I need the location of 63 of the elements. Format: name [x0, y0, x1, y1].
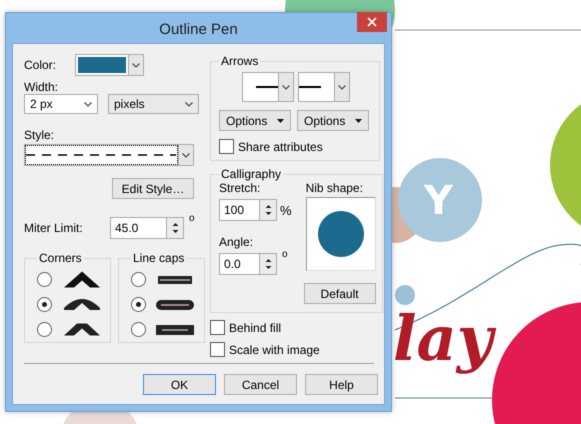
miter-limit-field[interactable]: 45.0 — [110, 217, 166, 239]
width-label: Width: — [24, 80, 60, 94]
miter-limit-label: Miter Limit: — [24, 221, 84, 235]
canvas-letter: Y — [424, 178, 453, 224]
line-cap-radio[interactable] — [131, 272, 146, 287]
dropdown-arrow-icon — [355, 118, 362, 122]
edit-style-button[interactable]: Edit Style… — [112, 178, 194, 199]
corner-radio[interactable] — [37, 322, 52, 337]
spinner-buttons[interactable] — [259, 199, 277, 221]
caret-icon — [185, 102, 193, 106]
caret-icon — [282, 84, 290, 90]
angle-label: Angle: — [219, 235, 254, 249]
width-dropdown[interactable]: 2 px — [24, 94, 98, 114]
color-picker[interactable] — [75, 54, 144, 76]
corner-radio[interactable] — [37, 297, 52, 312]
close-icon — [367, 17, 377, 27]
nib-shape-label: Nib shape: — [306, 181, 364, 195]
option-label: Behind fill — [229, 320, 282, 334]
dialog-button[interactable]: OK — [143, 374, 216, 395]
line-cap-radio[interactable] — [131, 322, 146, 337]
default-button[interactable]: Default — [304, 283, 376, 304]
share-attributes-label: Share attributes — [238, 140, 323, 154]
stretch-field[interactable]: 100 — [219, 199, 259, 221]
dialog-button[interactable]: Help — [305, 374, 378, 395]
options-button[interactable]: Options — [219, 110, 291, 131]
corners-title: Corners — [38, 251, 83, 265]
end-arrow-dropdown[interactable] — [298, 72, 350, 102]
arrows-title: Arrows — [220, 54, 260, 68]
angle-field[interactable]: 0.0 — [219, 253, 259, 275]
dashed-line-icon — [26, 154, 176, 156]
close-button[interactable] — [357, 12, 387, 32]
option-checkbox[interactable] — [210, 342, 225, 357]
corner-radio[interactable] — [37, 272, 52, 287]
units-dropdown[interactable]: pixels — [108, 94, 199, 114]
degree-sign: o — [189, 213, 195, 224]
line-caps-title: Line caps — [132, 251, 186, 265]
style-label: Style: — [24, 128, 56, 142]
nib-circle-icon — [318, 211, 364, 257]
caret-icon — [84, 102, 92, 106]
line-end-icon — [299, 86, 321, 88]
caret-icon — [182, 152, 190, 158]
option-checkbox[interactable] — [210, 320, 225, 335]
dropdown-arrow-icon — [277, 118, 284, 122]
decorative-circle — [395, 285, 415, 305]
share-attributes-checkbox[interactable] — [219, 139, 234, 154]
line-end-icon — [256, 86, 278, 88]
line-style-dropdown[interactable] — [24, 144, 194, 166]
stretch-label: Stretch: — [219, 181, 262, 195]
option-label: Scale with image — [229, 342, 320, 356]
spinner-buttons[interactable] — [166, 217, 184, 239]
window-title: Outline Pen — [159, 20, 238, 38]
spinner-buttons[interactable] — [259, 253, 277, 275]
calligraphy-title: Calligraphy — [220, 167, 282, 181]
color-label: Color: — [24, 58, 56, 72]
percent-sign: % — [280, 202, 292, 218]
dialog-button[interactable]: Cancel — [224, 374, 297, 395]
options-button[interactable]: Options — [297, 110, 369, 131]
line-cap-radio[interactable] — [131, 297, 146, 312]
caret-icon — [132, 62, 140, 68]
caret-icon — [338, 84, 346, 90]
nib-shape-preview[interactable] — [306, 197, 376, 271]
degree-sign: o — [282, 249, 288, 260]
start-arrow-dropdown[interactable] — [242, 72, 294, 102]
